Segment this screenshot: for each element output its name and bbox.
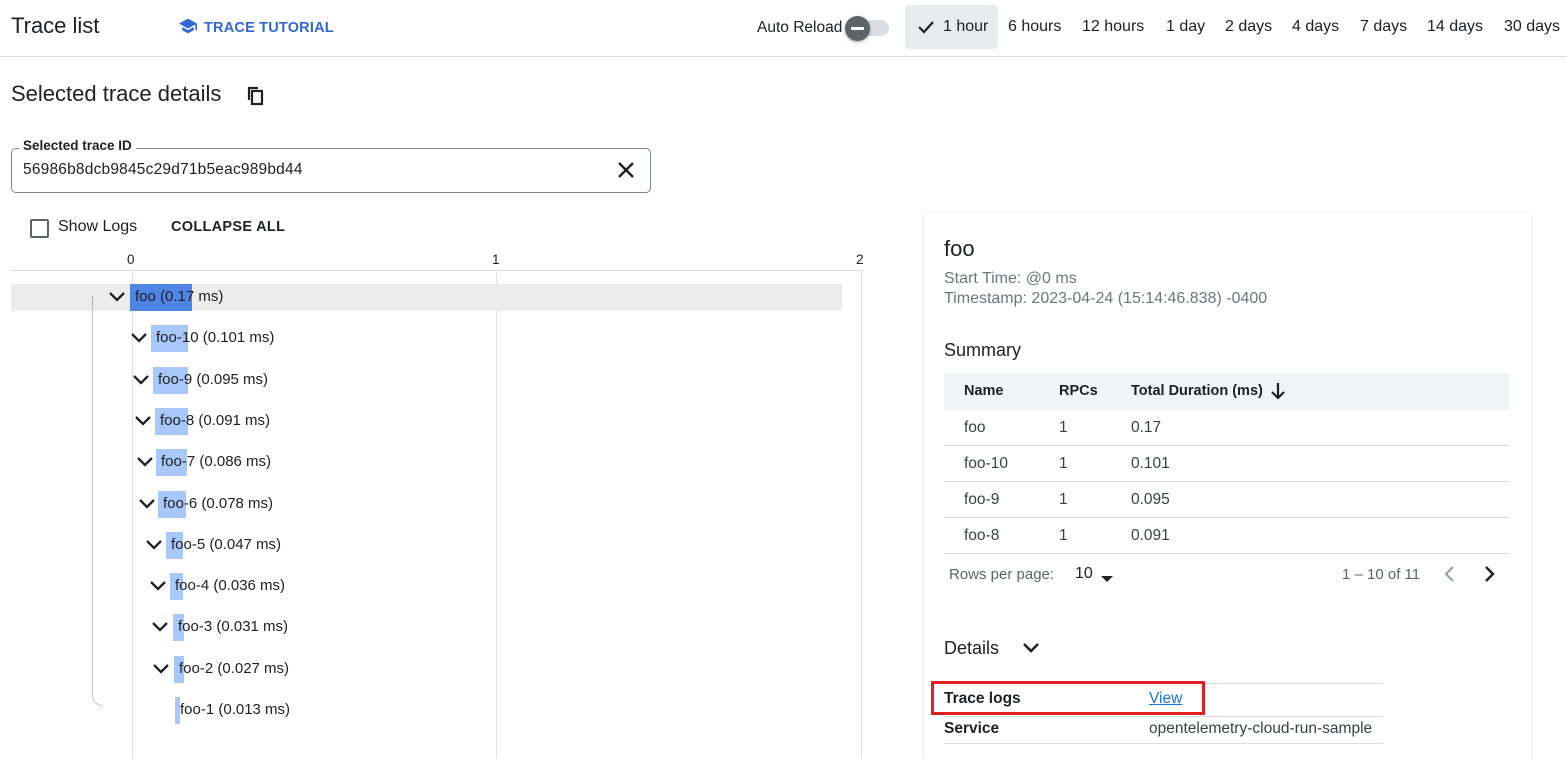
time-range-label: 2 days	[1225, 18, 1273, 35]
time-range-label: 6 hours	[1008, 18, 1062, 35]
time-range-1-day[interactable]: 1 day	[1166, 5, 1205, 49]
time-range-label: 7 days	[1360, 18, 1408, 35]
timestamp: Timestamp: 2023-04-24 (15:14:46.838) -04…	[944, 290, 1268, 307]
trace-id-value[interactable]: 56986b8dcb9845c29d71b5eac989bd44	[23, 161, 303, 179]
chevron-down-icon[interactable]	[138, 497, 156, 516]
table-cell: 0.091	[1131, 527, 1170, 544]
time-range-14-days[interactable]: 14 days	[1427, 5, 1483, 49]
axis-tick-label: 0	[127, 252, 135, 267]
axis-tick-label: 2	[856, 252, 864, 267]
column-header-rpcs[interactable]: RPCs	[1059, 383, 1098, 399]
start-time: Start Time: @0 ms	[944, 270, 1077, 287]
section-title: Selected trace details	[11, 81, 222, 106]
table-row-divider	[944, 553, 1509, 554]
trace-id-label: Selected trace ID	[19, 138, 136, 153]
auto-reload-toggle[interactable]	[843, 16, 891, 41]
timeline-axis	[11, 270, 863, 271]
span-label[interactable]: foo-8 (0.091 ms)	[160, 412, 270, 429]
span-label[interactable]: foo-1 (0.013 ms)	[180, 701, 290, 718]
table-cell: 1	[1059, 491, 1068, 508]
copy-icon[interactable]	[246, 85, 266, 112]
chevron-down-icon[interactable]	[108, 290, 126, 309]
chevron-right-icon[interactable]	[1483, 565, 1497, 588]
rows-per-page-value[interactable]: 10	[1075, 565, 1093, 583]
time-range-12-hours[interactable]: 12 hours	[1082, 5, 1144, 49]
chevron-left-icon[interactable]	[1442, 565, 1456, 588]
trace-tutorial-label: TRACE TUTORIAL	[204, 20, 334, 36]
span-label[interactable]: foo-3 (0.031 ms)	[178, 618, 288, 635]
tree-connector	[92, 296, 102, 706]
time-range-label: 30 days	[1504, 18, 1561, 35]
axis-tick-label: 1	[492, 252, 500, 267]
highlight-box	[931, 681, 1205, 715]
span-label[interactable]: foo-5 (0.047 ms)	[171, 536, 281, 553]
chevron-down-icon[interactable]	[132, 373, 150, 392]
dropdown-arrow-icon[interactable]	[1100, 570, 1114, 588]
table-cell: 1	[1059, 455, 1068, 472]
page-range: 1 – 10 of 11	[1342, 566, 1421, 583]
time-range-2-days[interactable]: 2 days	[1225, 5, 1272, 49]
details-title: Details	[944, 638, 1000, 658]
show-logs-checkbox[interactable]	[30, 219, 49, 238]
table-row-divider	[944, 481, 1509, 482]
table-cell: 1	[1059, 527, 1068, 544]
table-cell: 0.17	[1131, 419, 1162, 436]
table-cell: foo-10	[964, 455, 1008, 472]
gridline	[496, 270, 497, 759]
service-label: Service	[944, 720, 1000, 737]
time-range-1-hour[interactable]: 1 hour	[905, 5, 998, 49]
span-label[interactable]: foo-6 (0.078 ms)	[163, 495, 273, 512]
check-icon	[917, 20, 935, 34]
time-range-30-days[interactable]: 30 days	[1504, 5, 1560, 49]
chevron-down-icon[interactable]	[152, 662, 170, 681]
divider	[944, 743, 1383, 744]
divider	[944, 716, 1383, 717]
span-label[interactable]: foo-10 (0.101 ms)	[156, 329, 274, 346]
chevron-down-icon[interactable]	[134, 414, 152, 433]
time-range-label: 1 hour	[943, 18, 989, 35]
chevron-down-icon[interactable]	[145, 538, 163, 557]
arrow-down-icon[interactable]	[1269, 381, 1287, 406]
span-name: foo	[944, 236, 975, 261]
summary-title: Summary	[944, 340, 1022, 360]
span-label[interactable]: foo (0.17 ms)	[135, 288, 223, 305]
time-range-label: 1 day	[1166, 18, 1206, 35]
service-value: opentelemetry-cloud-run-sample	[1149, 720, 1373, 737]
table-cell: 0.101	[1131, 455, 1170, 472]
page-title: Trace list	[11, 13, 100, 38]
span-label[interactable]: foo-7 (0.086 ms)	[161, 453, 271, 470]
span-label[interactable]: foo-4 (0.036 ms)	[175, 577, 285, 594]
table-cell: 0.095	[1131, 491, 1170, 508]
chevron-down-icon[interactable]	[130, 331, 148, 350]
time-range-label: 4 days	[1292, 18, 1340, 35]
chevron-down-icon[interactable]	[149, 579, 167, 598]
gridline	[861, 270, 862, 759]
chevron-down-icon[interactable]	[1021, 640, 1041, 661]
auto-reload-label: Auto Reload	[757, 19, 843, 36]
table-row-divider	[944, 445, 1509, 446]
table-cell: foo	[964, 419, 986, 436]
table-cell: foo-8	[964, 527, 1000, 544]
school-icon	[178, 17, 198, 39]
span-label[interactable]: foo-9 (0.095 ms)	[158, 371, 268, 388]
time-range-label: 12 hours	[1082, 18, 1145, 35]
time-range-6-hours[interactable]: 6 hours	[1008, 5, 1061, 49]
chevron-down-icon[interactable]	[136, 455, 154, 474]
chevron-down-icon[interactable]	[151, 620, 169, 639]
collapse-all-button[interactable]: COLLAPSE ALL	[171, 219, 285, 235]
show-logs-label: Show Logs	[58, 218, 138, 235]
column-header-duration[interactable]: Total Duration (ms)	[1131, 383, 1263, 399]
span-label[interactable]: foo-2 (0.027 ms)	[179, 660, 289, 677]
table-row-divider	[944, 517, 1509, 518]
time-range-label: 14 days	[1427, 18, 1484, 35]
column-header-name[interactable]: Name	[964, 383, 1004, 399]
time-range-7-days[interactable]: 7 days	[1360, 5, 1407, 49]
rows-per-page-label: Rows per page:	[949, 566, 1055, 583]
table-cell: foo-9	[964, 491, 1000, 508]
close-icon[interactable]	[614, 158, 638, 187]
table-cell: 1	[1059, 419, 1068, 436]
time-range-4-days[interactable]: 4 days	[1292, 5, 1339, 49]
trace-tutorial-link[interactable]: TRACE TUTORIAL	[178, 17, 334, 39]
